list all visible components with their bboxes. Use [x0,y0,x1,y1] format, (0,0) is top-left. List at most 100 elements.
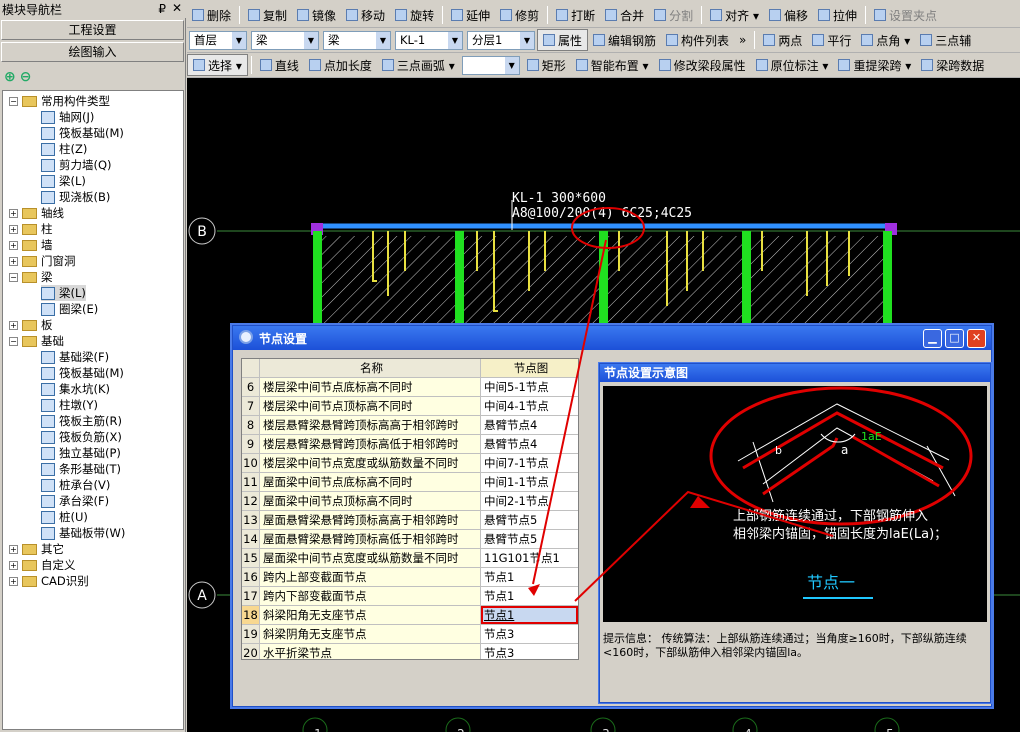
row-number[interactable]: 19 [242,625,260,643]
node-column-header[interactable]: 节点图 [481,359,578,377]
tree-item[interactable]: + CAD识别 [9,573,89,589]
toolbar-button[interactable]: 分割 [649,4,698,26]
expand-icon[interactable]: + [9,560,18,570]
floor-select[interactable]: 首层 ▼ [189,30,247,50]
node-diagram-cell[interactable]: 节点1 [481,606,578,624]
tree-item[interactable]: + 门窗洞 [9,253,76,269]
collapse-icon[interactable]: − [9,96,18,106]
toolbar-button[interactable]: 对齐 ▾ [705,4,764,26]
tree-item[interactable]: + 轴线 [9,205,64,221]
tree-item[interactable]: 剪力墙(Q) [41,157,112,173]
component-list-button[interactable]: 构件列表 [661,29,734,51]
close-button[interactable]: ✕ [967,329,986,348]
tree-item[interactable]: 柱(Z) [41,141,87,157]
row-number[interactable]: 10 [242,454,260,472]
chevron-down-icon[interactable]: ▼ [448,31,462,49]
table-row[interactable]: 12 屋面梁中间节点顶标高不同时 中间2-1节点 [242,492,578,511]
chevron-down-icon[interactable]: ▼ [504,56,519,74]
tree-item[interactable]: + 板 [9,317,53,333]
tree-item[interactable]: 承台梁(F) [41,493,109,509]
node-diagram-cell[interactable]: 11G101节点1 [481,549,578,567]
tree-item[interactable]: + 柱 [9,221,53,237]
project-settings-button[interactable]: 工程设置 [1,20,184,40]
properties-button[interactable]: 属性 [537,29,589,51]
tree-item[interactable]: 筏板基础(M) [41,365,124,381]
draw-toolbar-button[interactable]: 三点画弧 ▾ [377,54,460,76]
row-number[interactable]: 9 [242,435,260,453]
row-number[interactable]: 18 [242,606,260,624]
table-row[interactable]: 10 楼层梁中间节点宽度或纵筋数量不同时 中间7-1节点 [242,454,578,473]
table-row[interactable]: 13 屋面悬臂梁悬臂跨顶标高高于相邻跨时 悬臂节点5 [242,511,578,530]
node-diagram-cell[interactable]: 节点3 [481,644,578,659]
row-number[interactable]: 13 [242,511,260,529]
toolbar-button[interactable]: 延伸 [446,4,495,26]
row-number[interactable]: 12 [242,492,260,510]
node-diagram-cell[interactable]: 节点1 [481,587,578,605]
tree-item[interactable]: 基础板带(W) [41,525,125,541]
tree-item[interactable]: − 梁 [9,269,53,285]
node-diagram-cell[interactable]: 悬臂节点5 [481,530,578,548]
tree-item[interactable]: 圈梁(E) [41,301,98,317]
table-row[interactable]: 19 斜梁阴角无支座节点 节点3 [242,625,578,644]
table-row[interactable]: 8 楼层悬臂梁悬臂跨顶标高高于相邻跨时 悬臂节点4 [242,416,578,435]
dialog-title-bar[interactable]: 节点设置 ▁ □ ✕ [233,326,991,350]
arc-mode-select[interactable]: ▼ [461,55,520,75]
table-row[interactable]: 18 斜梁阳角无支座节点 节点1 [242,606,578,625]
draw-toolbar-button[interactable]: 重提梁跨 ▾ [833,54,916,76]
tree-item[interactable]: 条形基础(T) [41,461,121,477]
parallel-button[interactable]: 平行 [807,29,856,51]
row-number[interactable]: 6 [242,378,260,396]
node-diagram-cell[interactable]: 中间2-1节点 [481,492,578,510]
draw-toolbar-button[interactable]: 修改梁段属性 [654,54,751,76]
table-row[interactable]: 6 楼层梁中间节点底标高不同时 中间5-1节点 [242,378,578,397]
draw-toolbar-button[interactable]: 点加长度 [304,54,377,76]
node-diagram-cell[interactable]: 中间1-1节点 [481,473,578,491]
table-row[interactable]: 20 水平折梁节点 节点3 [242,644,578,659]
toolbar-button[interactable]: 移动 [341,4,390,26]
row-number[interactable]: 17 [242,587,260,605]
tree-item[interactable]: 筏板负筋(X) [41,429,122,445]
close-icon[interactable]: ✕ [172,1,182,15]
draw-toolbar-button[interactable]: 原位标注 ▾ [751,54,834,76]
collapse-icon[interactable]: − [9,272,18,282]
category-select[interactable]: 梁 ▼ [251,30,319,50]
tree-item[interactable]: 集水坑(K) [41,381,110,397]
pin-icon[interactable]: ₽ [158,2,166,16]
expand-icon[interactable]: + [9,224,18,234]
two-point-button[interactable]: 两点 [758,29,807,51]
collapse-all-icon[interactable]: ⊖ [20,69,32,85]
drawing-input-button[interactable]: 绘图输入 [1,42,184,62]
row-number[interactable]: 15 [242,549,260,567]
expand-icon[interactable]: + [9,576,18,586]
chevron-down-icon[interactable]: ▼ [520,31,534,49]
toolbar-button[interactable]: 复制 [243,4,292,26]
draw-toolbar-button[interactable]: 直线 [255,54,304,76]
tree-item[interactable]: 梁(L) [41,173,86,189]
table-row[interactable]: 9 楼层悬臂梁悬臂跨顶标高低于相邻跨时 悬臂节点4 [242,435,578,454]
row-number[interactable]: 16 [242,568,260,586]
draw-toolbar-button[interactable]: 智能布置 ▾ [571,54,654,76]
node-diagram-cell[interactable]: 中间7-1节点 [481,454,578,472]
chevron-down-icon[interactable]: ▼ [232,31,246,49]
node-diagram-cell[interactable]: 节点1 [481,568,578,586]
expand-icon[interactable]: + [9,320,18,330]
tree-item[interactable]: + 其它 [9,541,64,557]
tree-item[interactable]: 桩(U) [41,509,88,525]
toolbar-button[interactable]: 偏移 [764,4,813,26]
toolbar-button[interactable]: 镜像 [292,4,341,26]
draw-toolbar-button[interactable]: 选择 ▾ [187,54,248,76]
table-row[interactable]: 7 楼层梁中间节点顶标高不同时 中间4-1节点 [242,397,578,416]
layer-select[interactable]: 分层1 ▼ [467,30,535,50]
tree-item[interactable]: − 常用构件类型 [9,93,110,109]
tree-item[interactable]: 梁(L) [41,285,86,301]
chevron-down-icon[interactable]: ▼ [376,31,390,49]
tree-item[interactable]: 轴网(J) [41,109,94,125]
row-number[interactable]: 20 [242,644,260,659]
tree-item[interactable]: 桩承台(V) [41,477,110,493]
toolbar-button[interactable]: 修剪 [495,4,544,26]
toolbar-button[interactable]: 删除 [187,4,236,26]
collapse-icon[interactable]: − [9,336,18,346]
point-angle-button[interactable]: 点角 ▾ [856,29,915,51]
tree-item[interactable]: 独立基础(P) [41,445,121,461]
component-select[interactable]: KL-1 ▼ [395,30,463,50]
